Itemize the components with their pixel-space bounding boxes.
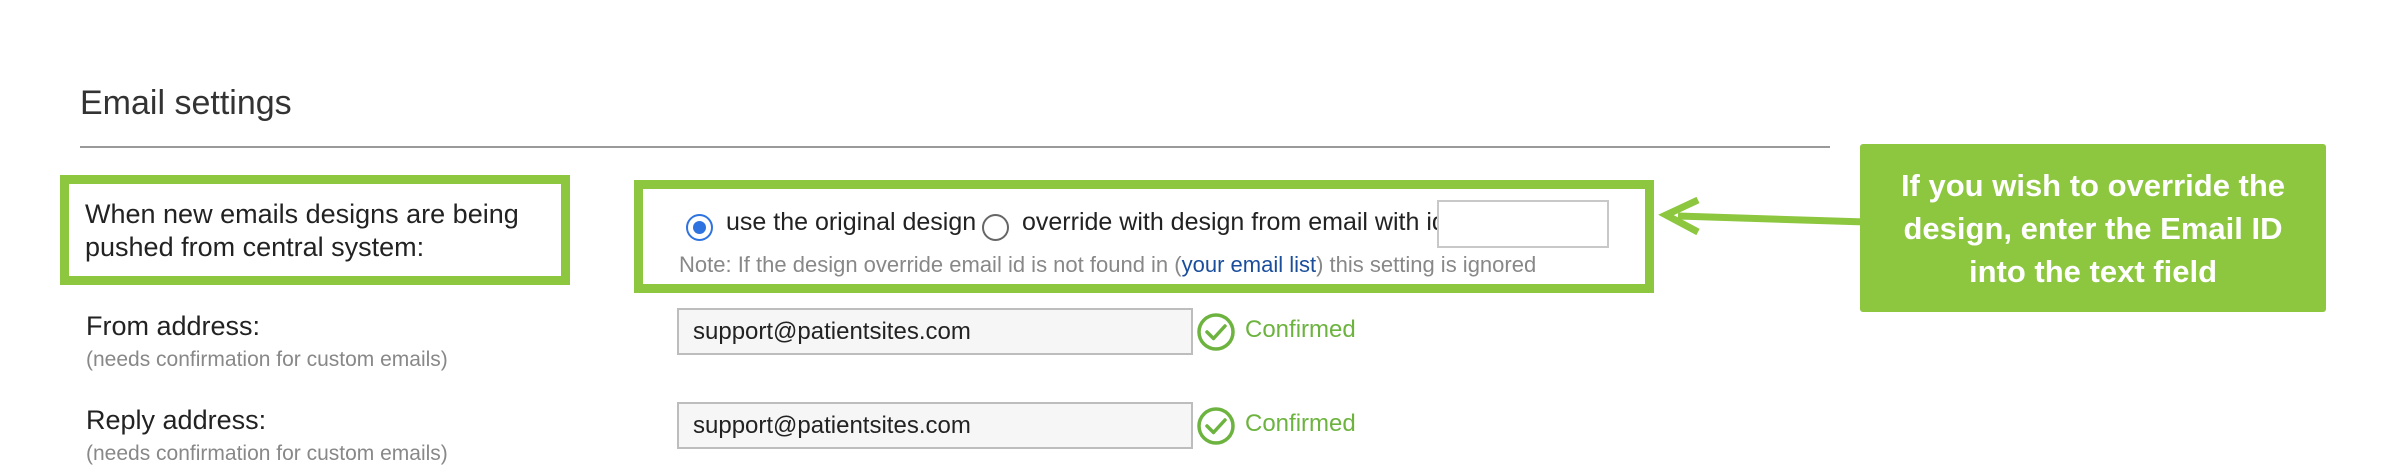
- reply-address-sublabel: (needs confirmation for custom emails): [86, 442, 448, 465]
- design-setting-label: When new emails designs are being pushed…: [85, 199, 519, 262]
- radio-label-override-design[interactable]: override with design from email with id: [1022, 208, 1446, 237]
- radio-label-use-original-design[interactable]: use the original design: [726, 208, 976, 237]
- design-override-note: Note: If the design override email id is…: [679, 252, 1536, 278]
- annotation-callout: If you wish to override the design, ente…: [1860, 144, 2326, 312]
- note-prefix: Note: If the design override email id is…: [679, 252, 1182, 277]
- reply-address-label: Reply address:: [86, 405, 267, 435]
- from-address-input[interactable]: [677, 308, 1193, 355]
- section-divider: [80, 146, 1830, 148]
- email-list-link[interactable]: your email list: [1182, 252, 1316, 277]
- radio-use-original-design[interactable]: [686, 214, 713, 241]
- check-circle-icon: [1197, 407, 1235, 445]
- from-address-label: From address:: [86, 311, 261, 341]
- from-address-sublabel: (needs confirmation for custom emails): [86, 348, 448, 371]
- reply-address-input[interactable]: [677, 402, 1193, 449]
- reply-address-status: Confirmed: [1245, 410, 1356, 437]
- section-title: Email settings: [80, 84, 292, 122]
- note-suffix: ) this setting is ignored: [1316, 252, 1537, 277]
- override-email-id-input[interactable]: [1437, 200, 1609, 248]
- annotation-callout-text: If you wish to override the design, ente…: [1900, 167, 2286, 289]
- radio-override-design[interactable]: [982, 214, 1009, 241]
- arrow-left-icon: [1658, 196, 1866, 236]
- check-circle-icon: [1197, 313, 1235, 351]
- from-address-status: Confirmed: [1245, 316, 1356, 343]
